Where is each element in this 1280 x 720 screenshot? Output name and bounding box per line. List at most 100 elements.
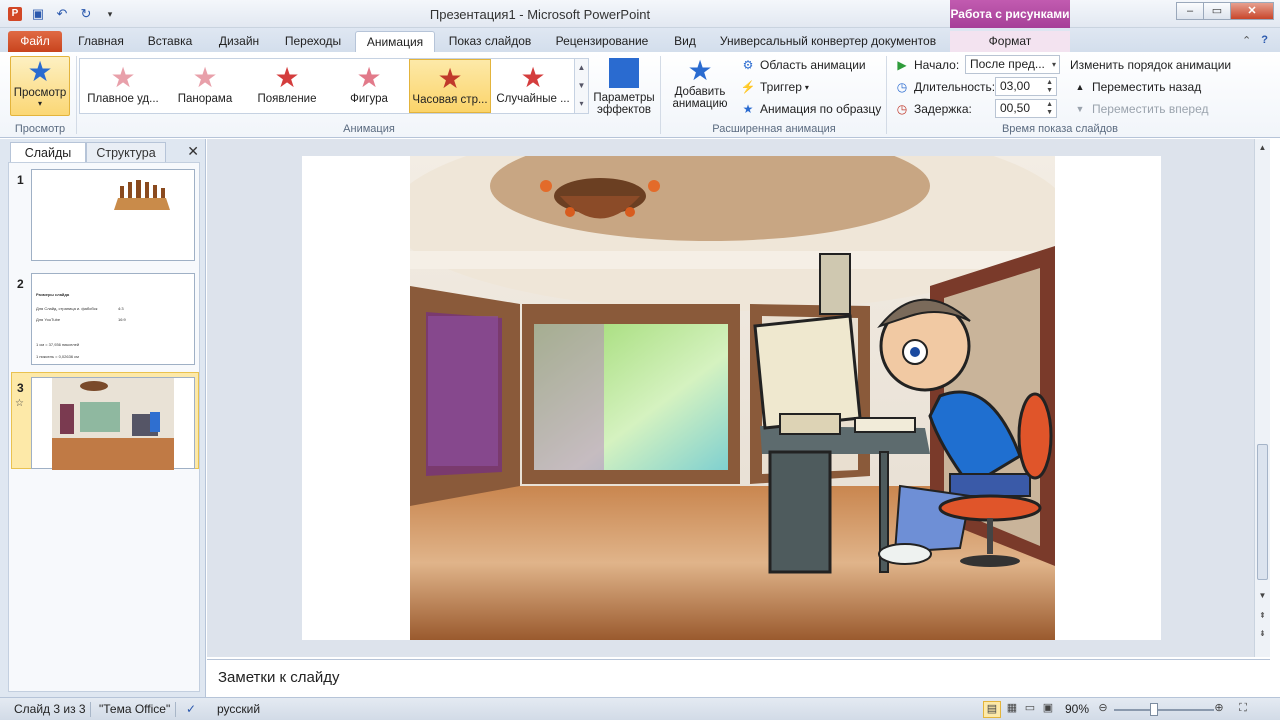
help-icon[interactable]: ?	[1261, 34, 1268, 47]
tab-home[interactable]: Главная	[72, 31, 130, 52]
add-animation-star-icon: ★	[687, 55, 713, 86]
animation-painter-button[interactable]: ★ Анимация по образцу	[740, 99, 882, 119]
move-earlier-label: Переместить назад	[1092, 80, 1202, 94]
zoom-slider[interactable]	[1114, 709, 1214, 711]
trigger-label: Триггер	[760, 80, 802, 94]
move-earlier-button[interactable]: ▲ Переместить назад	[1072, 77, 1202, 97]
tab-slides[interactable]: Слайды	[10, 142, 86, 162]
animation-pan[interactable]: ★ Панорама	[164, 59, 246, 113]
tab-design[interactable]: Дизайн	[210, 31, 268, 52]
effect-options-button[interactable]: Параметры эффектов	[592, 56, 656, 118]
slide-thumbnail-3[interactable]	[31, 377, 195, 470]
lightning-icon: ⚡	[740, 80, 756, 94]
add-animation-button[interactable]: ★ Добавить анимацию	[664, 56, 736, 118]
animation-appear[interactable]: ★ Появление	[246, 59, 328, 113]
duration-spinner[interactable]: 03,00 ▲ ▼	[995, 77, 1057, 96]
animation-group-label: Анимация	[343, 123, 395, 135]
spellcheck-icon[interactable]: ✓	[186, 702, 196, 716]
preview-group-label: Просмотр	[14, 123, 66, 135]
gallery-down-icon[interactable]: ▼	[575, 77, 588, 95]
animation-label: Появление	[257, 93, 317, 105]
maximize-button[interactable]: ▭	[1203, 2, 1231, 20]
fit-to-window-icon[interactable]: ⛶	[1234, 701, 1252, 718]
zoom-out-icon[interactable]: ⊖	[1094, 701, 1112, 718]
slide-picture[interactable]	[410, 156, 1055, 640]
delay-spinner[interactable]: 00,50 ▲ ▼	[995, 99, 1057, 118]
vertical-scrollbar[interactable]: ▲ ▼ ⇞ ⇟	[1254, 139, 1270, 657]
tab-slideshow[interactable]: Показ слайдов	[442, 31, 538, 52]
tab-format[interactable]: Формат	[950, 31, 1070, 52]
tab-file[interactable]: Файл	[8, 31, 62, 52]
star-icon: ★	[520, 62, 546, 93]
tab-transitions[interactable]: Переходы	[278, 31, 348, 52]
title-bar: P ▣ ↶ ↻ ▾ Презентация1 - Microsoft Power…	[0, 0, 1280, 28]
close-pane-icon[interactable]: ✕	[187, 143, 199, 160]
start-select[interactable]: После пред... ▾	[965, 55, 1060, 74]
window-controls: – ▭ ✕	[1176, 2, 1274, 20]
status-divider	[175, 702, 176, 717]
chess-image	[112, 176, 172, 216]
zoom-in-icon[interactable]: ⊕	[1210, 701, 1228, 718]
room-illustration	[410, 156, 1055, 640]
trigger-button[interactable]: ⚡ Триггер ▾	[740, 77, 809, 97]
animation-clock-wipe[interactable]: ★ Часовая стр...	[409, 59, 491, 113]
ribbon-tabs: Файл Главная Вставка Дизайн Переходы Ани…	[0, 28, 1280, 52]
animation-shape[interactable]: ★ Фигура	[328, 59, 410, 113]
move-later-button[interactable]: ▼ Переместить вперед	[1072, 99, 1209, 119]
start-value: После пред...	[970, 57, 1045, 71]
start-label: Начало:	[914, 58, 960, 72]
play-icon: ▶	[897, 58, 907, 72]
preview-star-icon: ★	[27, 56, 53, 87]
minimize-ribbon-icon[interactable]: ⌃	[1242, 34, 1251, 47]
delay-row: ◷ Задержка:	[894, 99, 972, 119]
star-icon: ★	[192, 62, 218, 93]
animation-label: Плавное уд...	[87, 93, 159, 105]
slides-pane: Слайды Структура ✕ 1 2 Размеры слайда Дл…	[0, 139, 206, 697]
zoom-level[interactable]: 90%	[1065, 702, 1089, 716]
previous-slide-icon[interactable]: ⇞	[1255, 609, 1270, 623]
next-slide-icon[interactable]: ⇟	[1255, 627, 1270, 641]
gallery-up-icon[interactable]: ▲	[575, 59, 588, 77]
tab-outline[interactable]: Структура	[86, 142, 166, 162]
effect-options-label-2: эффектов	[597, 104, 651, 116]
notes-pane[interactable]: Заметки к слайду	[207, 659, 1270, 697]
slide-number: 3	[17, 381, 24, 395]
gallery-more-icon[interactable]: ▾	[575, 95, 588, 113]
animation-pane-button[interactable]: ⚙ Область анимации	[740, 55, 866, 75]
minimize-button[interactable]: –	[1176, 2, 1204, 20]
language[interactable]: русский	[217, 702, 260, 716]
tab-review[interactable]: Рецензирование	[548, 31, 656, 52]
scroll-thumb[interactable]	[1257, 444, 1268, 580]
theme-name[interactable]: "Тема Office"	[99, 702, 170, 716]
tab-animation[interactable]: Анимация	[355, 31, 435, 52]
group-separator	[660, 56, 661, 134]
zoom-slider-thumb[interactable]	[1150, 703, 1158, 716]
spinner-arrows-icon[interactable]: ▲ ▼	[1046, 79, 1053, 95]
spinner-arrows-icon[interactable]: ▲ ▼	[1046, 101, 1053, 117]
slideshow-icon[interactable]: ▣	[1039, 701, 1057, 718]
animation-random[interactable]: ★ Случайные ...	[492, 59, 574, 113]
slide-thumbnail-2[interactable]: Размеры слайда Для Слайд, страница и. фа…	[31, 273, 195, 365]
scroll-down-icon[interactable]: ▼	[1255, 589, 1270, 603]
animation-painter-label: Анимация по образцу	[760, 102, 882, 116]
preview-button[interactable]: ★ Просмотр ▾	[10, 56, 70, 116]
clock-icon: ◷	[896, 80, 908, 94]
tab-view[interactable]: Вид	[666, 31, 704, 52]
chevron-down-icon: ▾	[1051, 60, 1056, 69]
current-slide[interactable]	[302, 156, 1161, 640]
tab-document-converter[interactable]: Универсальный конвертер документов	[712, 31, 944, 52]
preview-label: Просмотр	[13, 87, 67, 99]
animation-fade[interactable]: ★ Плавное уд...	[82, 59, 164, 113]
close-button[interactable]: ✕	[1230, 2, 1274, 20]
room-thumbnail-image	[52, 378, 174, 470]
star-icon: ★	[356, 62, 382, 93]
reading-view-icon[interactable]: ▭	[1021, 701, 1039, 718]
scroll-up-icon[interactable]: ▲	[1255, 141, 1270, 155]
gallery-scroll: ▲ ▼ ▾	[574, 59, 588, 113]
slide-sorter-icon[interactable]: ▦	[1003, 701, 1021, 718]
add-animation-label-2: анимацию	[672, 98, 728, 110]
animation-label: Случайные ...	[496, 93, 570, 105]
slide-thumbnail-1[interactable]	[31, 169, 195, 261]
tab-insert[interactable]: Вставка	[140, 31, 200, 52]
normal-view-icon[interactable]: ▤	[983, 701, 1001, 718]
